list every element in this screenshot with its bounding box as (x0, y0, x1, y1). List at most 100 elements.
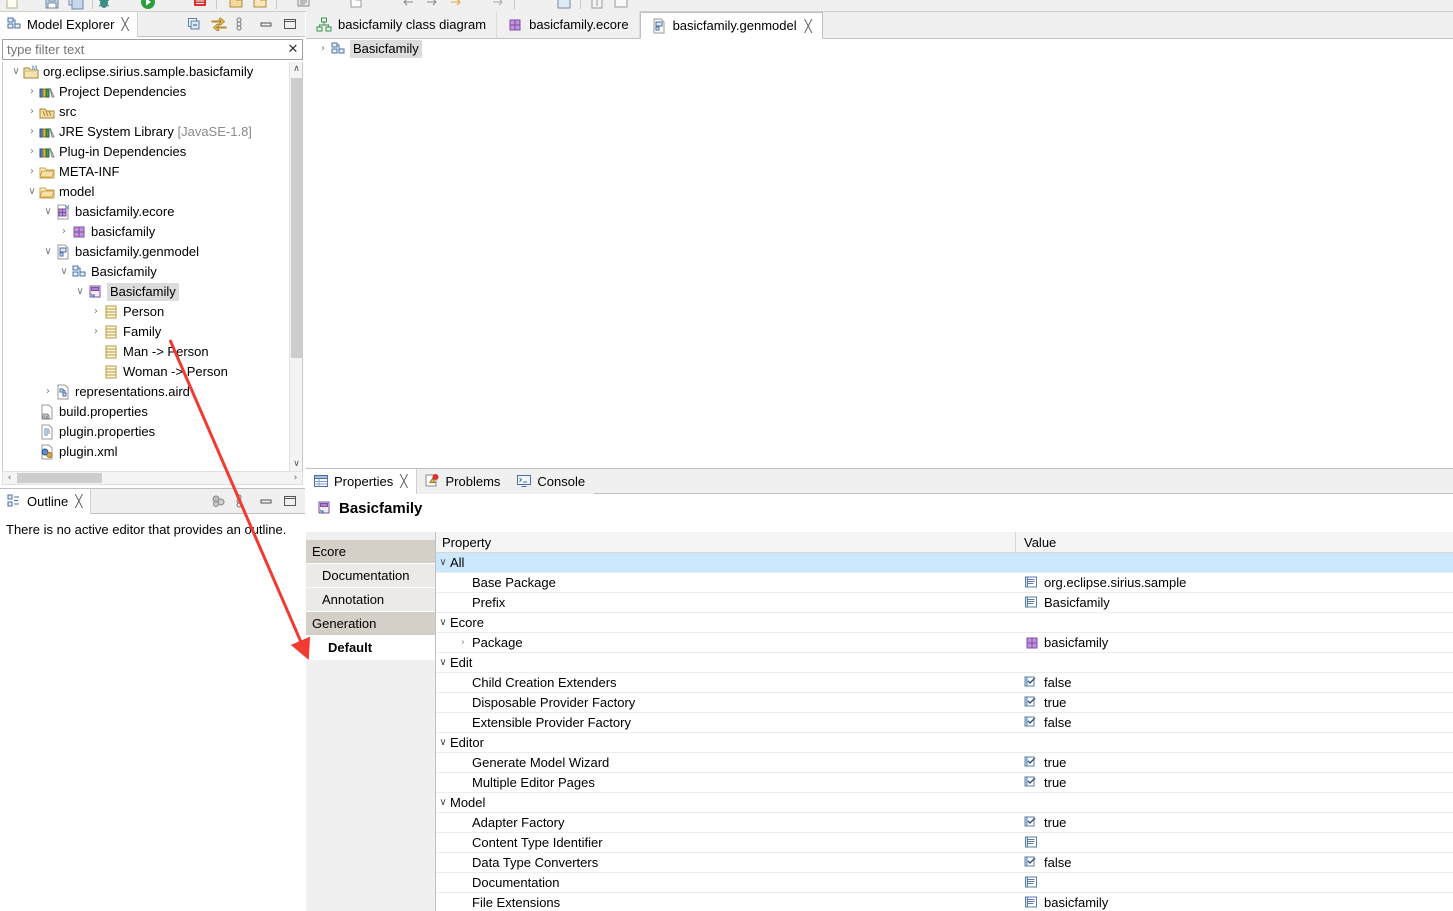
tab-outline[interactable]: Outline ╳ (0, 488, 92, 514)
tree-item[interactable]: › Person (3, 302, 289, 322)
table-row[interactable]: File Extensions basicfamily (436, 893, 1453, 911)
sort-icon[interactable] (211, 494, 225, 508)
scroll-up-icon[interactable]: ∧ (290, 62, 302, 76)
value-cell[interactable] (1016, 873, 1453, 892)
properties-side-tab-default[interactable]: Default (306, 636, 435, 660)
new-file-icon[interactable] (4, 0, 20, 10)
chevron-right-icon[interactable]: › (89, 307, 103, 317)
clear-filter-icon[interactable]: ✕ (284, 42, 302, 57)
minimize-icon[interactable] (259, 494, 273, 508)
chevron-down-icon[interactable]: ∨ (9, 67, 23, 77)
last-edit-location-icon[interactable] (448, 0, 464, 10)
tree-item[interactable]: Woman -> Person (3, 362, 289, 382)
tree-item[interactable]: ∨ model (3, 182, 289, 202)
chevron-down-icon[interactable]: ∨ (57, 267, 71, 277)
chevron-right-icon[interactable]: › (41, 387, 55, 397)
chevron-right-icon[interactable]: › (57, 227, 71, 237)
chevron-down-icon[interactable]: ∨ (436, 797, 450, 808)
chevron-down-icon[interactable]: ∨ (436, 657, 450, 668)
forward-icon[interactable] (490, 0, 506, 10)
properties-side-tab-annotation[interactable]: Annotation (306, 588, 435, 612)
chevron-right-icon[interactable]: › (25, 147, 39, 157)
value-cell[interactable] (1016, 793, 1453, 812)
maximize-icon[interactable] (283, 17, 297, 31)
chevron-right-icon[interactable]: › (454, 637, 472, 648)
previous-annotation-icon[interactable] (400, 0, 416, 10)
properties-category-row[interactable]: ∨ Editor (436, 733, 1453, 753)
value-cell[interactable]: false (1016, 673, 1453, 692)
chevron-right-icon[interactable]: › (25, 107, 39, 117)
table-row[interactable]: Extensible Provider Factory false (436, 713, 1453, 733)
table-row[interactable]: Multiple Editor Pages true (436, 773, 1453, 793)
properties-side-tab-ecore[interactable]: Ecore (306, 540, 435, 564)
value-cell[interactable]: true (1016, 773, 1453, 792)
chevron-down-icon[interactable]: ∨ (436, 617, 450, 628)
value-cell[interactable]: basicfamily (1016, 633, 1453, 652)
chevron-right-icon[interactable]: › (25, 167, 39, 177)
value-cell[interactable] (1016, 833, 1453, 852)
value-cell[interactable]: Basicfamily (1016, 593, 1453, 612)
tree-item[interactable]: 010 build.properties (3, 402, 289, 422)
properties-table[interactable]: Property Value ∨ All Base Package org.eclip… (436, 532, 1453, 911)
tree-item[interactable]: plugin.xml (3, 442, 289, 462)
tree-item[interactable]: plugin.properties (3, 422, 289, 442)
chevron-down-icon[interactable]: ∨ (41, 207, 55, 217)
value-cell[interactable] (1016, 553, 1453, 572)
chevron-down-icon[interactable]: ∨ (73, 287, 87, 297)
table-row[interactable]: Content Type Identifier (436, 833, 1453, 853)
search-icon[interactable] (296, 0, 312, 10)
properties-tab-problems[interactable]: Problems (417, 468, 510, 494)
value-cell[interactable] (1016, 733, 1453, 752)
table-row[interactable]: Disposable Provider Factory true (436, 693, 1453, 713)
editor-tree-item[interactable]: › Basicfamily (306, 39, 1453, 59)
tree-item[interactable]: › basicfamily (3, 222, 289, 242)
table-row[interactable]: Adapter Factory true (436, 813, 1453, 833)
collapse-all-icon[interactable] (187, 17, 201, 31)
value-cell[interactable]: false (1016, 713, 1453, 732)
column-header-value[interactable]: Value (1016, 532, 1453, 552)
properties-category-row[interactable]: ∨ Model (436, 793, 1453, 813)
table-row[interactable]: Base Package org.eclipse.sirius.sample (436, 573, 1453, 593)
tree-item[interactable]: › Family (3, 322, 289, 342)
scroll-left-icon[interactable]: ‹ (3, 472, 16, 484)
value-cell[interactable] (1016, 613, 1453, 632)
chevron-down-icon[interactable]: ∨ (436, 557, 450, 568)
chevron-right-icon[interactable]: › (316, 44, 330, 54)
open-resource-icon[interactable] (252, 0, 268, 10)
main-toolbar[interactable] (0, 0, 1453, 12)
value-cell[interactable]: true (1016, 693, 1453, 712)
chevron-down-icon[interactable]: ∨ (41, 247, 55, 257)
link-with-editor-icon[interactable] (211, 17, 227, 32)
save-all-icon[interactable] (68, 0, 84, 10)
tree-item[interactable]: › src (3, 102, 289, 122)
tree-item[interactable]: › Plug-in Dependencies (3, 142, 289, 162)
editor-tab-2[interactable]: basicfamily.genmodel ╳ (639, 12, 823, 39)
value-cell[interactable]: org.eclipse.sirius.sample (1016, 573, 1453, 592)
tree-item[interactable]: ∨ basicfamily.genmodel (3, 242, 289, 262)
tree-item[interactable]: › JRE System Library [JavaSE-1.8] (3, 122, 289, 142)
chevron-down-icon[interactable]: ∨ (25, 187, 39, 197)
table-row[interactable]: Generate Model Wizard true (436, 753, 1453, 773)
properties-category-row[interactable]: ∨ Edit (436, 653, 1453, 673)
value-cell[interactable]: true (1016, 753, 1453, 772)
tree-item[interactable]: Man -> Person (3, 342, 289, 362)
tree-vertical-scrollbar[interactable]: ∧ ∨ (289, 62, 302, 471)
maximize-icon[interactable] (283, 494, 297, 508)
view-menu-icon[interactable] (235, 494, 249, 508)
next-annotation-icon[interactable] (424, 0, 440, 10)
close-icon[interactable]: ╳ (805, 20, 812, 32)
scroll-right-icon[interactable]: › (289, 472, 302, 484)
genmodel-editor-body[interactable]: › Basicfamily (306, 39, 1453, 468)
restore-icon[interactable] (613, 0, 629, 10)
tree-item[interactable]: › META-INF (3, 162, 289, 182)
column-header-property[interactable]: Property (436, 532, 1016, 552)
chevron-right-icon[interactable]: › (25, 87, 39, 97)
properties-tab-properties[interactable]: Properties ╳ (306, 468, 418, 494)
properties-tab-console[interactable]: Console (509, 468, 595, 494)
table-row[interactable]: Documentation (436, 873, 1453, 893)
table-row[interactable]: Data Type Converters false (436, 853, 1453, 873)
table-row[interactable]: › Package basicfamily (436, 633, 1453, 653)
close-icon[interactable]: ╳ (121, 18, 128, 30)
table-row[interactable]: Prefix Basicfamily (436, 593, 1453, 613)
tree-horizontal-scrollbar[interactable]: ‹ › (2, 471, 303, 485)
